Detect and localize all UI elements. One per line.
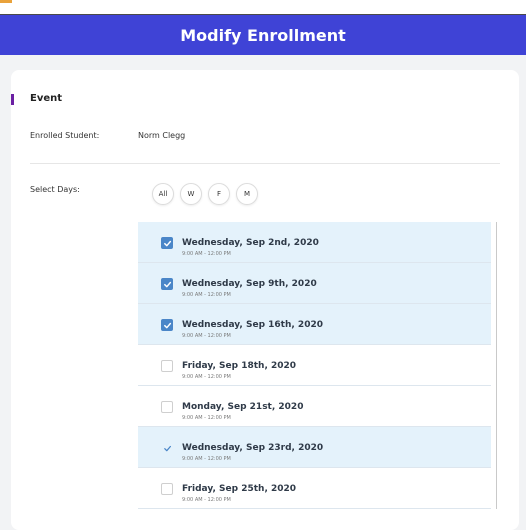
- session-date: Wednesday, Sep 23rd, 2020: [182, 443, 324, 453]
- session-date: Friday, Sep 18th, 2020: [182, 361, 297, 371]
- check-icon: [163, 322, 171, 328]
- top-strip: [0, 0, 526, 15]
- session-row[interactable]: Friday, Sep 25th, 2020 9:00 AM - 12:00 P…: [138, 468, 491, 509]
- session-checkbox[interactable]: [161, 360, 173, 372]
- day-filter-wednesday[interactable]: W: [180, 183, 202, 205]
- modal-header: Modify Enrollment: [0, 15, 526, 55]
- session-checkbox[interactable]: [161, 483, 173, 495]
- day-filter-monday[interactable]: M: [236, 183, 258, 205]
- divider: [30, 163, 500, 164]
- section-marker: [11, 94, 14, 105]
- check-icon: [163, 281, 171, 287]
- check-icon: [163, 240, 171, 246]
- check-icon: [163, 445, 171, 451]
- session-row[interactable]: Monday, Sep 21st, 2020 9:00 AM - 12:00 P…: [138, 386, 491, 427]
- session-date: Wednesday, Sep 16th, 2020: [182, 320, 323, 330]
- session-checkbox[interactable]: [161, 237, 173, 249]
- accent-mark: [0, 0, 12, 3]
- session-date: Friday, Sep 25th, 2020: [182, 484, 297, 494]
- session-time: 9:00 AM - 12:00 PM: [182, 374, 231, 380]
- session-row[interactable]: Wednesday, Sep 23rd, 2020 9:00 AM - 12:0…: [138, 427, 491, 468]
- session-time: 9:00 AM - 12:00 PM: [182, 292, 231, 298]
- session-row[interactable]: Wednesday, Sep 16th, 2020 9:00 AM - 12:0…: [138, 304, 491, 345]
- session-time: 9:00 AM - 12:00 PM: [182, 415, 231, 421]
- section-title: Event: [30, 93, 63, 104]
- day-filter-friday[interactable]: F: [208, 183, 230, 205]
- enrolled-student-label: Enrolled Student:: [30, 131, 100, 140]
- session-time: 9:00 AM - 12:00 PM: [182, 497, 231, 503]
- session-checkbox[interactable]: [161, 319, 173, 331]
- session-date: Wednesday, Sep 2nd, 2020: [182, 238, 319, 248]
- session-row[interactable]: Wednesday, Sep 2nd, 2020 9:00 AM - 12:00…: [138, 222, 491, 263]
- session-time: 9:00 AM - 12:00 PM: [182, 333, 231, 339]
- session-checkbox[interactable]: [161, 401, 173, 413]
- session-list: Wednesday, Sep 2nd, 2020 9:00 AM - 12:00…: [138, 222, 491, 509]
- session-checkbox[interactable]: [161, 442, 173, 454]
- session-row[interactable]: Friday, Sep 18th, 2020 9:00 AM - 12:00 P…: [138, 345, 491, 386]
- session-date: Wednesday, Sep 9th, 2020: [182, 279, 317, 289]
- day-filter-group: All W F M: [152, 183, 258, 205]
- session-date: Monday, Sep 21st, 2020: [182, 402, 304, 412]
- session-time: 9:00 AM - 12:00 PM: [182, 456, 231, 462]
- session-checkbox[interactable]: [161, 278, 173, 290]
- session-time: 9:00 AM - 12:00 PM: [182, 251, 231, 257]
- modal-title: Modify Enrollment: [180, 25, 346, 45]
- session-list-scroll[interactable]: Wednesday, Sep 2nd, 2020 9:00 AM - 12:00…: [138, 222, 497, 509]
- enrolled-student-value: Norm Clegg: [138, 131, 186, 140]
- session-row[interactable]: Wednesday, Sep 9th, 2020 9:00 AM - 12:00…: [138, 263, 491, 304]
- select-days-label: Select Days:: [30, 185, 80, 194]
- day-filter-all[interactable]: All: [152, 183, 174, 205]
